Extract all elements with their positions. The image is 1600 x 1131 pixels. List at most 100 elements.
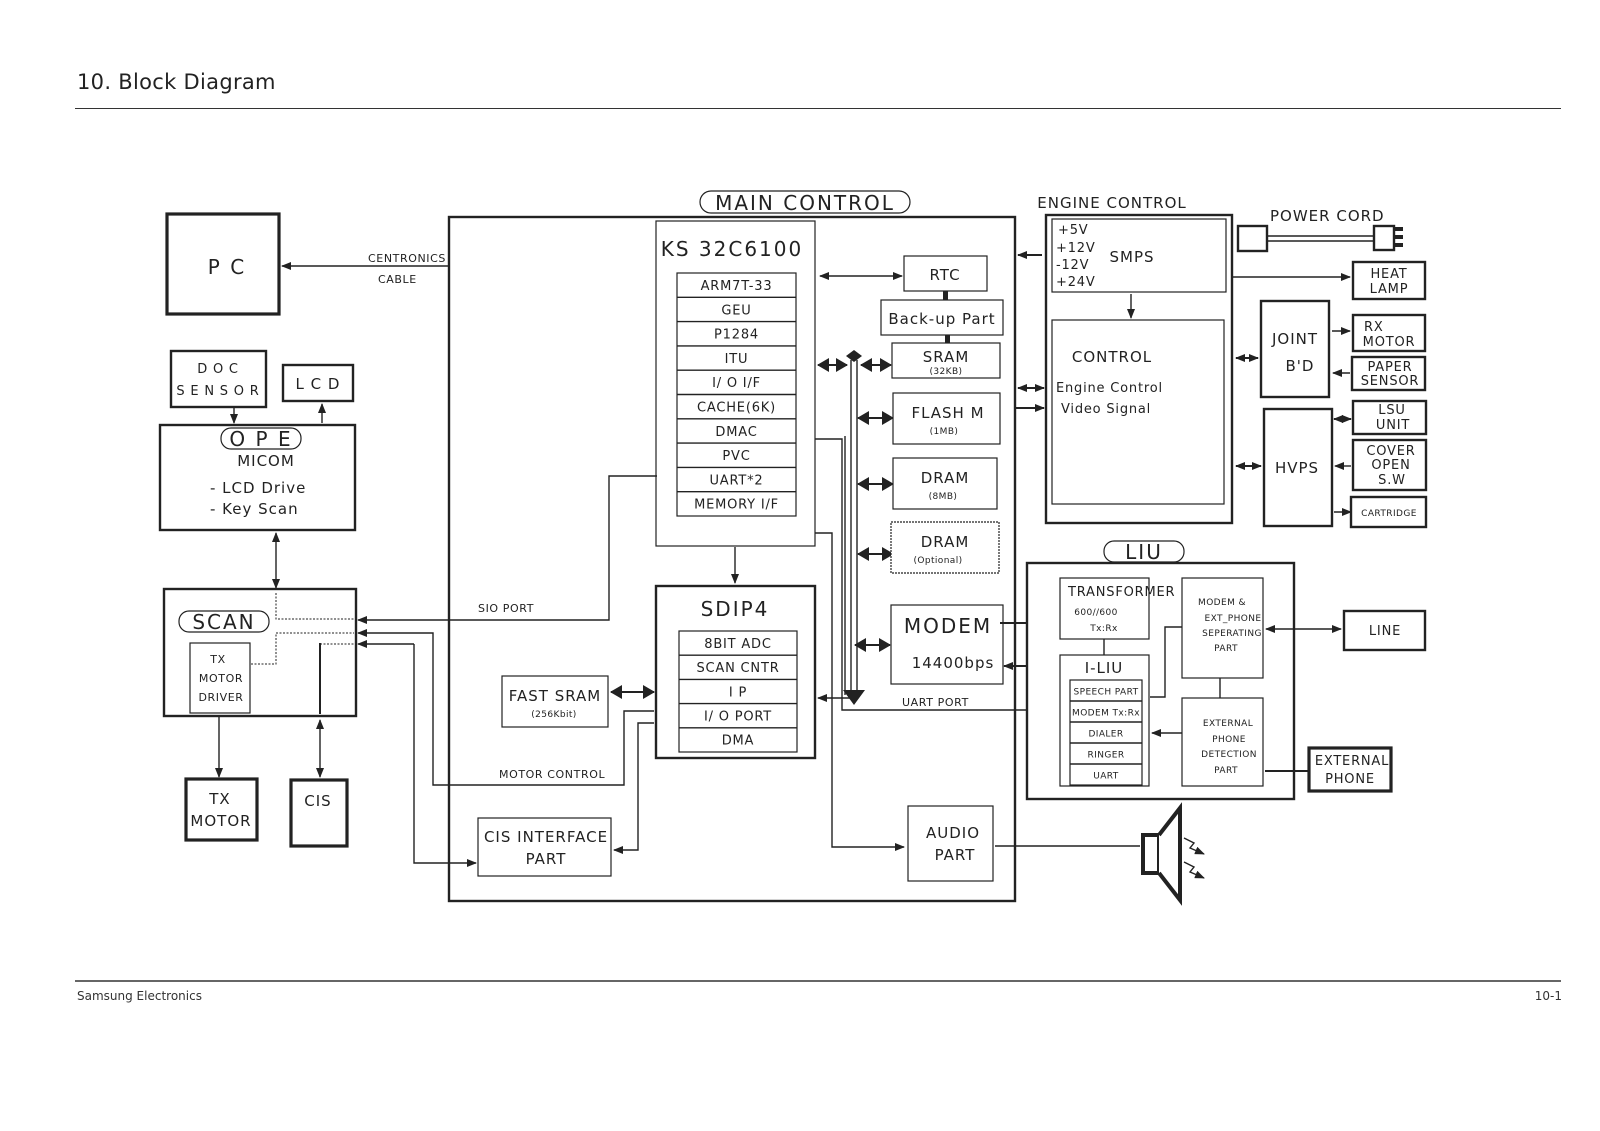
ext-detect-label: DETECTION <box>1201 750 1257 760</box>
separating-label: MODEM & <box>1198 598 1246 608</box>
tx-motor-driver-label: DRIVER <box>198 691 243 704</box>
sdip4-module: 8BIT ADC <box>704 637 771 652</box>
scan-block: SCAN TX MOTOR DRIVER <box>162 587 358 718</box>
cis-interface-label: PART <box>526 850 567 868</box>
audio-label: AUDIO <box>926 824 980 842</box>
lcd-block: L C D <box>281 363 355 403</box>
flash-size: (1MB) <box>930 427 959 437</box>
backup-block: Back-up Part <box>880 299 1004 336</box>
paper-sensor-label: PAPER <box>1368 360 1413 375</box>
ope-block: O P E MICOM - LCD Drive - Key Scan <box>158 423 357 532</box>
transformer-txrx: Tx:Rx <box>1089 624 1118 634</box>
sram-label: SRAM <box>923 348 970 366</box>
modem-speed: 14400bps <box>912 654 995 672</box>
cpu-module: MEMORY I/F <box>694 498 779 513</box>
modem-label: MODEM <box>904 614 992 638</box>
ext-detect-label: PART <box>1214 766 1238 776</box>
flash-block: FLASH M (1MB) <box>892 392 1001 445</box>
voltage-label: -12V <box>1056 258 1089 273</box>
cover-open-block: COVER OPEN S.W <box>1351 438 1428 492</box>
fast-sram-size: (256Kbit) <box>531 710 576 720</box>
engine-control-block: +5V +12V -12V +24V SMPS CONTROL Engine C… <box>1044 213 1234 525</box>
scan-title: SCAN <box>192 610 255 634</box>
sram-block: SRAM (32KB) <box>891 342 1001 379</box>
ext-detect-label: EXTERNAL <box>1203 719 1253 729</box>
sio-port-label: SIO PORT <box>478 602 534 615</box>
dram-optional-size: (Optional) <box>913 556 962 566</box>
cpu-module: UART*2 <box>709 473 763 488</box>
dram-block: DRAM (8MB) <box>892 457 998 510</box>
block-diagram: P C CENTRONICS CABLE D O C S E N S O R L… <box>158 190 1428 906</box>
main-control-title: MAIN CONTROL <box>715 191 895 215</box>
cpu-module: CACHE(6K) <box>697 401 776 416</box>
voltage-label: +24V <box>1056 275 1096 290</box>
doc-sensor-label-2: S E N S O R <box>176 384 259 399</box>
cpu-module: GEU <box>721 303 751 318</box>
engine-control-title: ENGINE CONTROL <box>1037 194 1186 212</box>
cable-label: CABLE <box>378 273 417 286</box>
ope-item: - Key Scan <box>210 500 299 518</box>
hvps-label: HVPS <box>1275 459 1319 477</box>
dram-optional-block: DRAM (Optional) <box>890 521 1000 574</box>
cartridge-block: CARTRIDGE <box>1349 495 1428 529</box>
external-phone-block: EXTERNAL PHONE <box>1307 746 1393 793</box>
iliu-module: UART <box>1093 772 1119 782</box>
ope-micom: MICOM <box>237 452 295 470</box>
line-block: LINE <box>1342 609 1427 652</box>
paper-sensor-label: SENSOR <box>1361 374 1420 389</box>
sdip4-module: DMA <box>722 734 755 749</box>
cpu-title: KS 32C6100 <box>661 237 803 261</box>
external-phone-label: PHONE <box>1325 772 1375 787</box>
separating-label: SEPERATING <box>1202 629 1262 639</box>
footer-page-number: 10-1 <box>1534 989 1562 1003</box>
iliu-module: SPEECH PART <box>1074 688 1139 698</box>
cis-label: CIS <box>304 792 331 810</box>
joint-bd-block: JOINT B'D <box>1259 299 1331 399</box>
transformer-label: TRANSFORMER <box>1067 585 1175 600</box>
cis-block: CIS <box>289 778 349 848</box>
cpu-module: P1284 <box>714 328 759 343</box>
iliu-module: DIALER <box>1088 730 1123 740</box>
tx-motor-block: TX MOTOR <box>184 777 259 842</box>
smps-label: SMPS <box>1109 248 1154 266</box>
control-label: CONTROL <box>1072 348 1152 366</box>
rtc-block: RTC <box>903 255 988 292</box>
doc-sensor-block: D O C S E N S O R <box>169 349 268 409</box>
sdip4-module: I P <box>729 685 747 700</box>
cis-interface-label: CIS INTERFACE <box>484 828 608 846</box>
speaker-icon <box>1141 802 1205 906</box>
separating-label: EXT_PHONE <box>1205 614 1262 624</box>
separating-label: PART <box>1214 644 1238 654</box>
footer-company: Samsung Electronics <box>77 989 202 1003</box>
voltage-label: +12V <box>1056 241 1096 256</box>
lsu-unit-label: UNIT <box>1376 418 1410 433</box>
doc-sensor-label-1: D O C <box>197 362 239 377</box>
engine-control-signal: Engine Control <box>1056 381 1163 396</box>
iliu-title: I-LIU <box>1085 659 1124 677</box>
dram-label: DRAM <box>921 469 970 487</box>
ope-item: - LCD Drive <box>210 479 306 497</box>
audio-part-block: AUDIO PART <box>907 805 994 882</box>
tx-motor-label: TX <box>208 790 230 808</box>
modem-block: MODEM 14400bps <box>890 604 1004 685</box>
rx-motor-label: RX <box>1364 320 1384 335</box>
cover-open-label: S.W <box>1378 473 1406 488</box>
tx-motor-driver-label: MOTOR <box>199 672 243 685</box>
liu-title: LIU <box>1125 540 1163 564</box>
transformer-impedance: 600//600 <box>1074 608 1118 618</box>
cis-interface-block: CIS INTERFACE PART <box>477 817 612 877</box>
rx-motor-label: MOTOR <box>1363 335 1416 350</box>
rtc-label: RTC <box>929 266 960 284</box>
fast-sram-block: FAST SRAM (256Kbit) <box>501 675 609 728</box>
lsu-unit-block: LSU UNIT <box>1351 399 1428 436</box>
tx-motor-driver-label: TX <box>209 653 225 666</box>
power-cord-label: POWER CORD <box>1270 207 1385 225</box>
hvps-block: HVPS <box>1262 407 1334 528</box>
motor-control-label: MOTOR CONTROL <box>499 768 605 781</box>
backup-label: Back-up Part <box>888 310 995 328</box>
joint-bd-label: B'D <box>1286 357 1315 375</box>
uart-port-label: UART PORT <box>902 696 969 709</box>
cover-open-label: COVER <box>1366 444 1415 459</box>
footer-rule <box>75 980 1561 982</box>
cartridge-label: CARTRIDGE <box>1361 509 1417 519</box>
